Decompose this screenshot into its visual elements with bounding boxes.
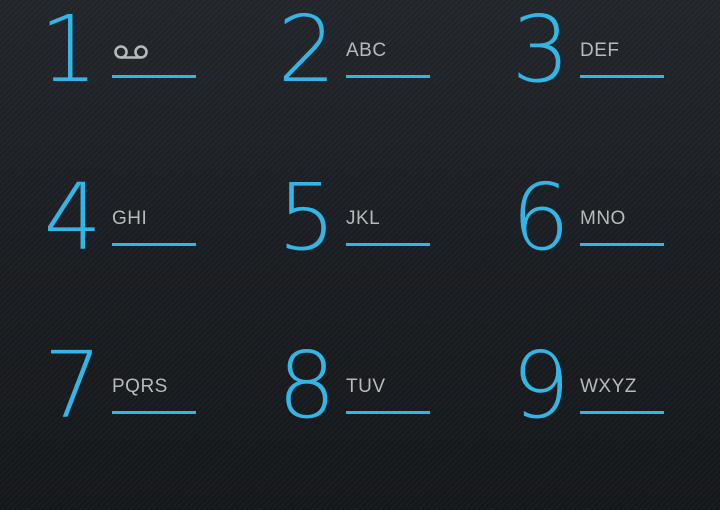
key-underline bbox=[112, 411, 196, 414]
dialpad-key-9[interactable]: 9 WXYZ bbox=[468, 338, 688, 448]
key-digit: 3 bbox=[511, 0, 570, 103]
key-digit: 6 bbox=[511, 164, 570, 271]
dialpad-key-7[interactable]: 7 PQRS bbox=[0, 338, 220, 448]
key-letters: PQRS bbox=[112, 376, 168, 397]
key-letters: ABC bbox=[346, 40, 387, 61]
dialpad-key-3[interactable]: 3 DEF bbox=[468, 2, 688, 112]
key-underline bbox=[580, 75, 664, 78]
key-letters: GHI bbox=[112, 208, 148, 229]
key-digit: 9 bbox=[511, 332, 570, 439]
key-digit: 7 bbox=[43, 332, 102, 439]
key-letters: MNO bbox=[580, 208, 626, 229]
key-underline bbox=[112, 243, 196, 246]
key-letters: DEF bbox=[580, 40, 620, 61]
key-letters: TUV bbox=[346, 376, 386, 397]
key-underline bbox=[580, 243, 664, 246]
key-digit: 5 bbox=[277, 164, 336, 271]
voicemail-icon bbox=[114, 45, 148, 59]
dialpad-key-4[interactable]: 4 GHI bbox=[0, 170, 220, 280]
key-underline bbox=[580, 411, 664, 414]
key-letters: JKL bbox=[346, 208, 381, 229]
key-underline bbox=[346, 75, 430, 78]
key-digit: 4 bbox=[43, 164, 102, 271]
key-digit: 1 bbox=[39, 0, 98, 103]
dialpad-key-6[interactable]: 6 MNO bbox=[468, 170, 688, 280]
key-digit: 8 bbox=[277, 332, 336, 439]
dialpad-key-2[interactable]: 2 ABC bbox=[234, 2, 454, 112]
key-digit: 2 bbox=[277, 0, 336, 103]
key-underline bbox=[346, 411, 430, 414]
dialpad-key-5[interactable]: 5 JKL bbox=[234, 170, 454, 280]
dialpad: 1 2 ABC 3 DEF 4 GHI 5 JKL 6 MNO 7 PQRS 8… bbox=[0, 0, 720, 510]
dialpad-key-1[interactable]: 1 bbox=[0, 2, 220, 112]
key-underline bbox=[346, 243, 430, 246]
key-underline bbox=[112, 75, 196, 78]
dialpad-key-8[interactable]: 8 TUV bbox=[234, 338, 454, 448]
key-letters: WXYZ bbox=[580, 376, 637, 397]
